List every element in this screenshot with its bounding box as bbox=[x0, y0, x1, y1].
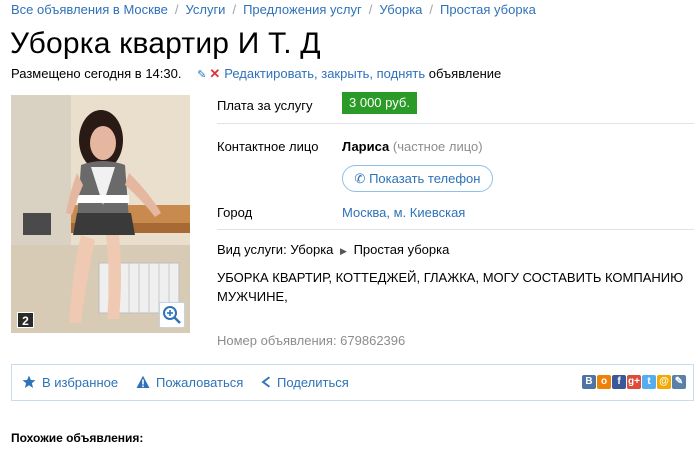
report-label: Пожаловаться bbox=[156, 375, 244, 390]
service-type: Вид услуги: Уборка ▶ Простая уборка bbox=[217, 242, 449, 257]
social-share-icons: Во f g+ t @ ✎ bbox=[581, 375, 686, 390]
show-phone-button[interactable]: ✆ Показать телефон bbox=[342, 165, 493, 192]
ad-photo[interactable]: 2 bbox=[11, 95, 190, 333]
show-phone-label: Показать телефон bbox=[369, 171, 481, 186]
vk-icon[interactable]: В bbox=[582, 375, 596, 389]
breadcrumb-cleaning[interactable]: Уборка bbox=[379, 2, 422, 17]
ad-description: УБОРКА КВАРТИР, КОТТЕДЖЕЙ, ГЛАЖКА, МОГУ … bbox=[217, 270, 684, 304]
city-link[interactable]: Москва, м. Киевская bbox=[342, 205, 465, 220]
action-bar: В избранное Пожаловаться Поделиться Воfg… bbox=[11, 364, 694, 401]
edit-ad-link[interactable]: Редактировать, закрыть, поднять bbox=[224, 66, 425, 81]
ad-number: Номер объявления: 679862396 bbox=[217, 333, 406, 348]
zoom-icon[interactable] bbox=[159, 302, 185, 328]
divider bbox=[217, 123, 694, 124]
mail-ru-icon[interactable]: @ bbox=[657, 375, 671, 389]
edit-ad-suffix: объявление bbox=[425, 66, 502, 81]
breadcrumb: Все объявления в Москве / Услуги / Предложен… bbox=[11, 2, 536, 17]
price-badge: 3 000 руб. bbox=[342, 92, 417, 114]
service-category: Уборка bbox=[290, 242, 334, 257]
phone-icon: ✆ bbox=[354, 171, 366, 186]
triangle-right-icon: ▶ bbox=[340, 246, 347, 256]
google-plus-icon[interactable]: g+ bbox=[627, 375, 641, 389]
page-title: Уборка квартир И Т. Д bbox=[10, 27, 321, 60]
breadcrumb-separator: / bbox=[232, 2, 237, 17]
similar-ads-heading: Похожие объявления: bbox=[11, 431, 144, 445]
close-icon[interactable]: ✕ bbox=[209, 66, 220, 81]
share-button[interactable]: Поделиться bbox=[260, 375, 349, 390]
twitter-icon[interactable]: t bbox=[642, 375, 656, 389]
star-icon bbox=[22, 375, 36, 388]
service-subcategory: Простая уборка bbox=[353, 242, 450, 257]
posted-time: Размещено сегодня в 14:30. bbox=[11, 66, 182, 81]
breadcrumb-separator: / bbox=[174, 2, 179, 17]
share-icon bbox=[261, 376, 270, 388]
service-label: Вид услуги: bbox=[217, 242, 287, 257]
breadcrumb-services[interactable]: Услуги bbox=[185, 2, 225, 17]
share-label: Поделиться bbox=[277, 375, 349, 390]
contact-type: (частное лицо) bbox=[392, 139, 483, 154]
report-button[interactable]: Пожаловаться bbox=[136, 375, 243, 390]
livejournal-icon[interactable]: ✎ bbox=[672, 375, 686, 389]
contact-name: Лариса bbox=[342, 139, 390, 154]
pencil-icon[interactable]: ✎ bbox=[197, 69, 206, 81]
city-label: Город bbox=[217, 205, 253, 220]
favorite-label: В избранное bbox=[42, 375, 119, 390]
warning-icon bbox=[136, 375, 150, 388]
divider bbox=[217, 229, 694, 230]
contact-label: Контактное лицо bbox=[217, 139, 319, 154]
posted-meta: Размещено сегодня в 14:30. ✎ ✕ Редактирова… bbox=[11, 66, 501, 82]
breadcrumb-separator: / bbox=[429, 2, 434, 17]
photo-image bbox=[11, 95, 190, 333]
breadcrumb-all-moscow[interactable]: Все объявления в Москве bbox=[11, 2, 168, 17]
breadcrumb-separator: / bbox=[368, 2, 373, 17]
add-to-favorites-button[interactable]: В избранное bbox=[22, 375, 118, 390]
breadcrumb-service-offers[interactable]: Предложения услуг bbox=[243, 2, 362, 17]
facebook-icon[interactable]: f bbox=[612, 375, 626, 389]
price-label: Плата за услугу bbox=[217, 98, 313, 113]
breadcrumb-simple-cleaning[interactable]: Простая уборка bbox=[440, 2, 536, 17]
photo-count-badge: 2 bbox=[17, 312, 34, 328]
odnoklassniki-icon[interactable]: о bbox=[597, 375, 611, 389]
